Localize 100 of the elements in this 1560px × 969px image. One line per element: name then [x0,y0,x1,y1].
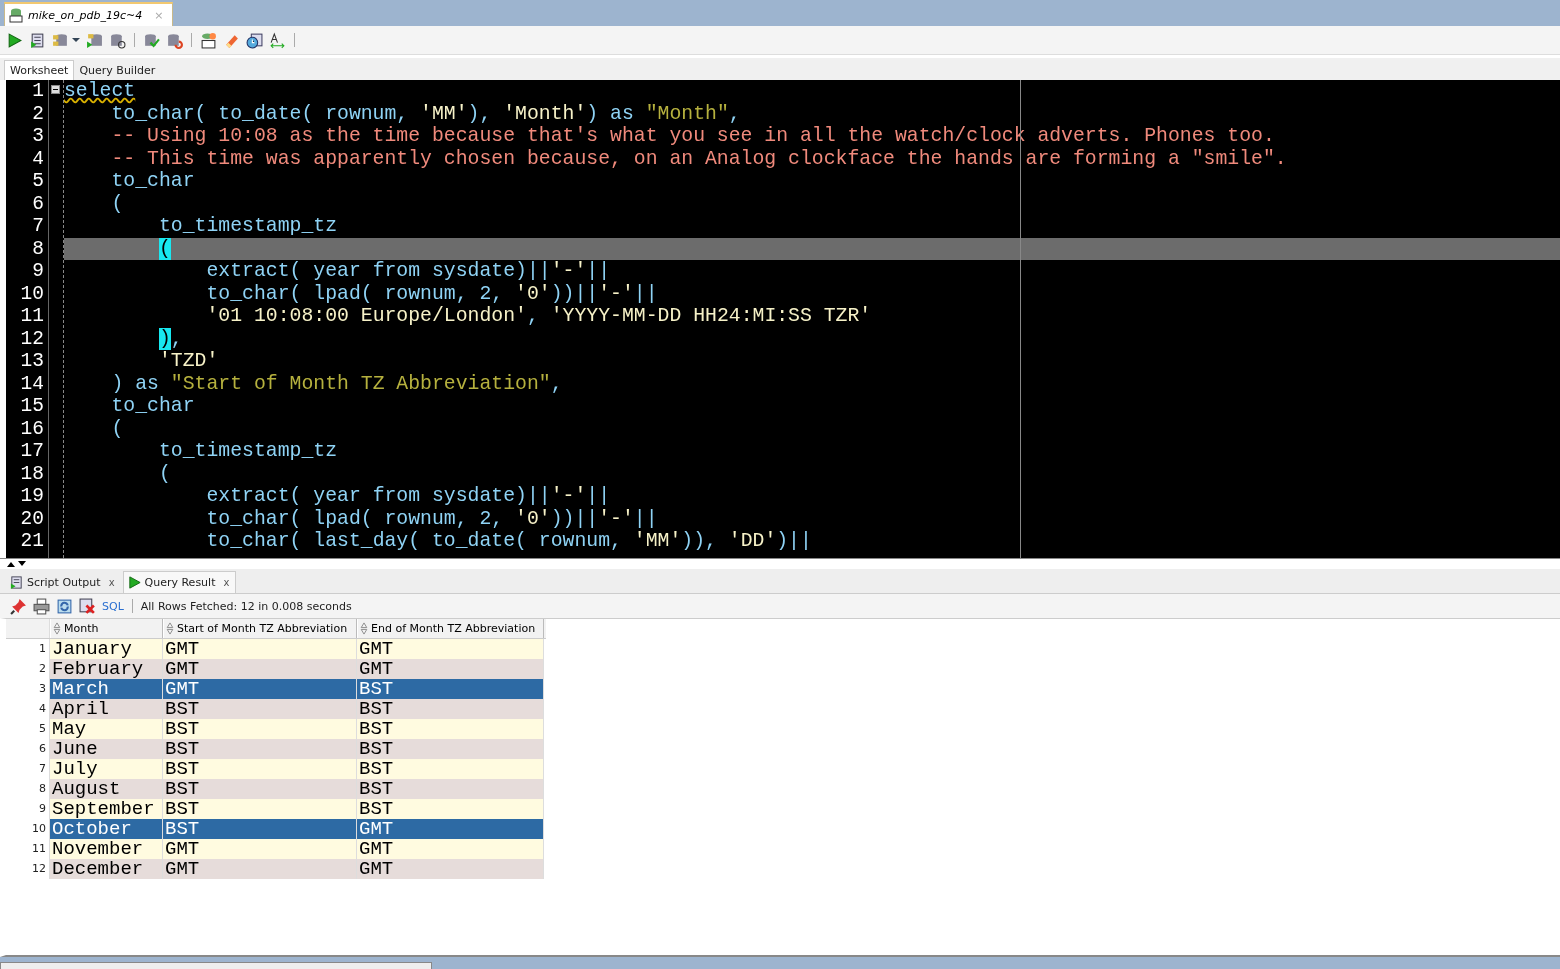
table-cell: BST [163,739,357,759]
code-line: to_timestamp_tz [157,215,338,238]
line-number: 19 [19,485,44,508]
line-number: 20 [19,507,44,530]
column-header[interactable]: Month [50,619,163,638]
line-number: 5 [31,170,44,193]
line-number: 13 [19,350,44,373]
table-cell: September [50,799,163,819]
run-icon [126,575,142,590]
table-cell: BST [357,739,544,759]
clear-icon[interactable] [79,597,96,615]
code-line: ( [110,192,125,215]
table-cell: BST [163,699,357,719]
refresh-icon[interactable] [56,597,73,615]
table-row[interactable]: 6 June BST BST [6,739,546,759]
table-cell: BST [357,759,544,779]
code-line: extract( year from sysdate)||'-'|| [205,260,612,283]
script-icon[interactable] [29,31,46,49]
code-line: to_char [110,395,196,418]
commit-icon[interactable] [143,31,160,49]
result-tab[interactable]: Query Result x [122,571,237,593]
table-cell: August [50,779,163,799]
table-row[interactable]: 8 August BST BST [6,779,546,799]
pin-icon[interactable] [10,597,27,615]
line-number: 9 [31,260,44,283]
code-line: ( [110,417,125,440]
table-row[interactable]: 7 July BST BST [6,759,546,779]
sort-icon[interactable] [53,622,61,635]
code-line: to_char [110,170,196,193]
table-row[interactable]: 11 November GMT GMT [6,839,546,859]
code-line: to_char( lpad( rownum, 2, '0'))||'-'|| [205,282,659,305]
line-number: 18 [19,462,44,485]
sql-link[interactable]: SQL [102,599,124,613]
table-cell: May [50,719,163,739]
table-cell: January [50,639,163,659]
line-number: 15 [19,395,44,418]
table-cell: June [50,739,163,759]
run-icon[interactable] [6,31,23,49]
table-cell: BST [163,759,357,779]
table-cell: GMT [357,839,544,859]
table-cell: GMT [163,839,357,859]
table-row[interactable]: 1 January GMT GMT [6,639,546,659]
line-number: 10 [19,282,44,305]
line-number: 6 [31,192,44,215]
code-line: extract( year from sysdate)||'-'|| [205,485,612,508]
table-row[interactable]: 9 September BST BST [6,799,546,819]
table-cell: GMT [357,659,544,679]
editor-tab[interactable]: Worksheet [4,60,75,80]
table-cell: GMT [163,859,357,879]
line-number: 21 [19,530,44,553]
table-row[interactable]: 4 April BST BST [6,699,546,719]
table-cell: March [50,679,163,699]
table-cell: BST [357,799,544,819]
close-icon[interactable]: x [223,577,230,588]
table-cell: BST [357,779,544,799]
code-line: select [64,80,137,103]
table-cell: BST [163,819,357,839]
line-number: 8 [31,237,44,260]
line-number: 16 [19,417,44,440]
caret-icon[interactable] [72,36,80,44]
table-row[interactable]: 10 October BST GMT [6,819,546,839]
close-icon[interactable]: x [108,577,115,588]
collapse-icon[interactable] [51,85,60,94]
line-number: 4 [31,147,44,170]
table-row[interactable]: 12 December GMT GMT [6,859,546,879]
table-row[interactable]: 3 March GMT BST [6,679,546,699]
code-line: to_char( last_day( to_date( rownum, 'MM')), 'DD')|| [205,530,813,553]
clock-icon[interactable] [246,31,263,49]
sort-icon[interactable] [166,622,174,635]
table-cell: February [50,659,163,679]
database-icon[interactable] [109,31,126,49]
format-icon[interactable] [269,31,286,49]
horizontal-scrollbar[interactable] [0,962,432,969]
line-number: 2 [31,102,44,125]
column-header[interactable]: End of Month TZ Abbreviation [357,619,544,638]
result-tab[interactable]: Script Output x [6,572,121,593]
line-number: 11 [19,305,44,328]
code-line: 'TZD' [157,350,220,373]
table-row[interactable]: 5 May BST BST [6,719,546,739]
code-line: ) as "Start of Month TZ Abbreviation", [110,372,564,395]
table-cell: BST [357,679,544,699]
table-cell: BST [357,699,544,719]
editor-tab[interactable]: Query Builder [74,61,161,80]
splitter-arrows-icon[interactable] [6,560,28,568]
document-tab[interactable]: mike_on_pdb_19c~4 × [4,2,173,26]
line-number: 14 [19,372,44,395]
code-line: to_char( lpad( rownum, 2, '0'))||'-'|| [205,507,659,530]
rollback-icon[interactable] [166,31,183,49]
print-icon[interactable] [33,597,50,615]
table-cell: BST [163,719,357,739]
table-cell: GMT [357,639,544,659]
column-header[interactable]: Start of Month TZ Abbreviation [163,619,357,638]
table-cell: GMT [357,859,544,879]
table-cell: November [50,839,163,859]
table-cell: BST [357,719,544,739]
table-row[interactable]: 2 February GMT GMT [6,659,546,679]
table-cell: July [50,759,163,779]
sort-icon[interactable] [360,622,368,635]
code-line: to_timestamp_tz [157,440,338,463]
code-line: ), [157,327,184,350]
